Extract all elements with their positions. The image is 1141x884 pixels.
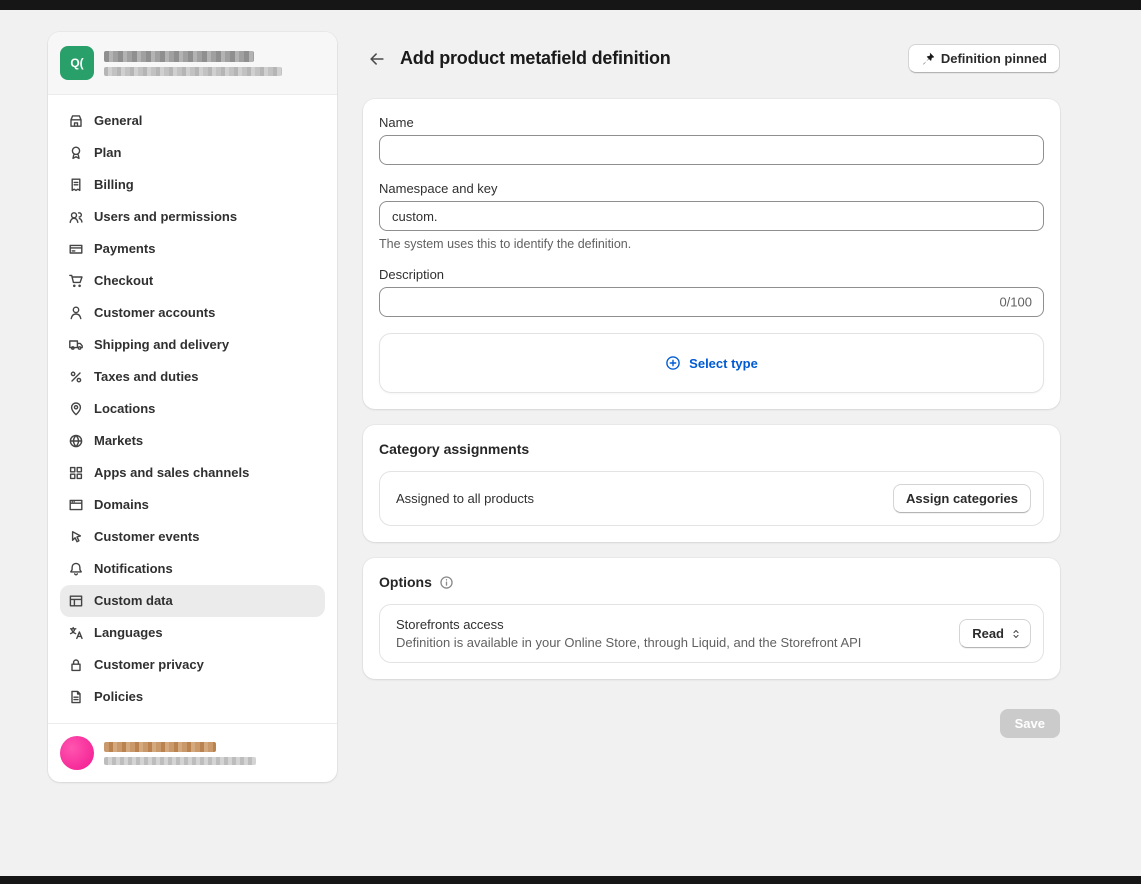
- sidebar-item-checkout[interactable]: Checkout: [60, 265, 325, 297]
- sidebar-item-domains[interactable]: Domains: [60, 489, 325, 521]
- billing-icon: [68, 177, 84, 193]
- definition-pinned-button[interactable]: Definition pinned: [908, 44, 1060, 73]
- category-assignments-title: Category assignments: [379, 441, 1044, 457]
- window-chrome-top: [0, 0, 1141, 10]
- sidebar-item-plan[interactable]: Plan: [60, 137, 325, 169]
- truck-icon: [68, 337, 84, 353]
- document-icon: [68, 689, 84, 705]
- options-title-row: Options: [379, 574, 1044, 590]
- layout: Q( General Plan Billing U: [0, 10, 1141, 782]
- settings-page: Q( General Plan Billing U: [0, 0, 1141, 884]
- name-input[interactable]: [379, 135, 1044, 165]
- description-label: Description: [379, 267, 1044, 282]
- user-account-footer[interactable]: [48, 723, 337, 782]
- options-title: Options: [379, 574, 432, 590]
- storefronts-access-text: Storefronts access Definition is availab…: [396, 617, 861, 650]
- namespace-help-text: The system uses this to identify the def…: [379, 237, 1044, 251]
- store-icon: [68, 113, 84, 129]
- user-meta: [104, 742, 256, 765]
- store-switcher[interactable]: Q(: [48, 32, 337, 95]
- storefronts-access-description: Definition is available in your Online S…: [396, 635, 861, 650]
- description-field: Description 0/100: [379, 267, 1044, 317]
- page-header: Add product metafield definition Definit…: [363, 44, 1060, 73]
- store-meta: [104, 51, 282, 76]
- category-assignments-card: Category assignments Assigned to all pro…: [363, 425, 1060, 542]
- user-email-redacted: [104, 757, 256, 765]
- plan-icon: [68, 145, 84, 161]
- storefronts-access-row: Storefronts access Definition is availab…: [379, 604, 1044, 663]
- definition-pinned-label: Definition pinned: [941, 51, 1047, 66]
- sidebar-item-apps-and-sales-channels[interactable]: Apps and sales channels: [60, 457, 325, 489]
- user-avatar: [60, 736, 94, 770]
- pin-icon: [921, 52, 935, 66]
- category-assignments-row: Assigned to all products Assign categori…: [379, 471, 1044, 526]
- namespace-field: Namespace and key The system uses this t…: [379, 181, 1044, 251]
- apps-grid-icon: [68, 465, 84, 481]
- users-icon: [68, 209, 84, 225]
- window-chrome-bottom: [0, 876, 1141, 884]
- name-field: Name: [379, 115, 1044, 165]
- definition-form-card: Name Namespace and key The system uses t…: [363, 99, 1060, 409]
- sidebar-item-custom-data[interactable]: Custom data: [60, 585, 325, 617]
- store-domain-redacted: [104, 67, 282, 76]
- person-icon: [68, 305, 84, 321]
- page-title: Add product metafield definition: [400, 48, 671, 69]
- back-button[interactable]: [363, 45, 391, 73]
- settings-nav: General Plan Billing Users and permissio…: [48, 95, 337, 723]
- sidebar-item-billing[interactable]: Billing: [60, 169, 325, 201]
- select-type-button[interactable]: Select type: [379, 333, 1044, 393]
- percent-icon: [68, 369, 84, 385]
- sidebar-item-markets[interactable]: Markets: [60, 425, 325, 457]
- sidebar-item-customer-accounts[interactable]: Customer accounts: [60, 297, 325, 329]
- plus-circle-icon: [665, 355, 681, 371]
- location-pin-icon: [68, 401, 84, 417]
- cart-icon: [68, 273, 84, 289]
- domains-icon: [68, 497, 84, 513]
- namespace-label: Namespace and key: [379, 181, 1044, 196]
- storefronts-access-title: Storefronts access: [396, 617, 861, 632]
- options-card: Options Storefronts access Definition is…: [363, 558, 1060, 679]
- settings-nav-list: General Plan Billing Users and permissio…: [48, 95, 337, 723]
- main-content: Add product metafield definition Definit…: [363, 32, 1060, 738]
- sidebar-item-shipping-and-delivery[interactable]: Shipping and delivery: [60, 329, 325, 361]
- sidebar-item-payments[interactable]: Payments: [60, 233, 325, 265]
- select-type-label: Select type: [689, 356, 758, 371]
- translate-icon: [68, 625, 84, 641]
- payments-icon: [68, 241, 84, 257]
- sidebar-item-languages[interactable]: Languages: [60, 617, 325, 649]
- sidebar-item-policies[interactable]: Policies: [60, 681, 325, 713]
- storefront-access-value: Read: [972, 626, 1004, 641]
- cursor-icon: [68, 529, 84, 545]
- description-input-wrap: 0/100: [379, 287, 1044, 317]
- globe-icon: [68, 433, 84, 449]
- save-row: Save: [363, 709, 1060, 738]
- sidebar-item-taxes-and-duties[interactable]: Taxes and duties: [60, 361, 325, 393]
- store-avatar: Q(: [60, 46, 94, 80]
- sidebar-item-users-and-permissions[interactable]: Users and permissions: [60, 201, 325, 233]
- sidebar-item-notifications[interactable]: Notifications: [60, 553, 325, 585]
- lock-icon: [68, 657, 84, 673]
- storefront-access-select[interactable]: Read: [959, 619, 1031, 648]
- description-input[interactable]: [379, 287, 1044, 317]
- save-button[interactable]: Save: [1000, 709, 1060, 738]
- settings-sidebar: Q( General Plan Billing U: [48, 32, 337, 782]
- custom-data-icon: [68, 593, 84, 609]
- sidebar-item-general[interactable]: General: [60, 105, 325, 137]
- back-arrow-icon: [368, 50, 386, 68]
- user-name-redacted: [104, 742, 216, 752]
- bell-icon: [68, 561, 84, 577]
- assign-categories-button[interactable]: Assign categories: [893, 484, 1031, 513]
- store-name-redacted: [104, 51, 254, 62]
- info-icon[interactable]: [439, 575, 454, 590]
- name-label: Name: [379, 115, 1044, 130]
- namespace-input[interactable]: [379, 201, 1044, 231]
- assigned-products-text: Assigned to all products: [396, 491, 534, 506]
- sidebar-item-customer-privacy[interactable]: Customer privacy: [60, 649, 325, 681]
- sidebar-item-customer-events[interactable]: Customer events: [60, 521, 325, 553]
- updown-chevron-icon: [1010, 628, 1022, 640]
- sidebar-item-locations[interactable]: Locations: [60, 393, 325, 425]
